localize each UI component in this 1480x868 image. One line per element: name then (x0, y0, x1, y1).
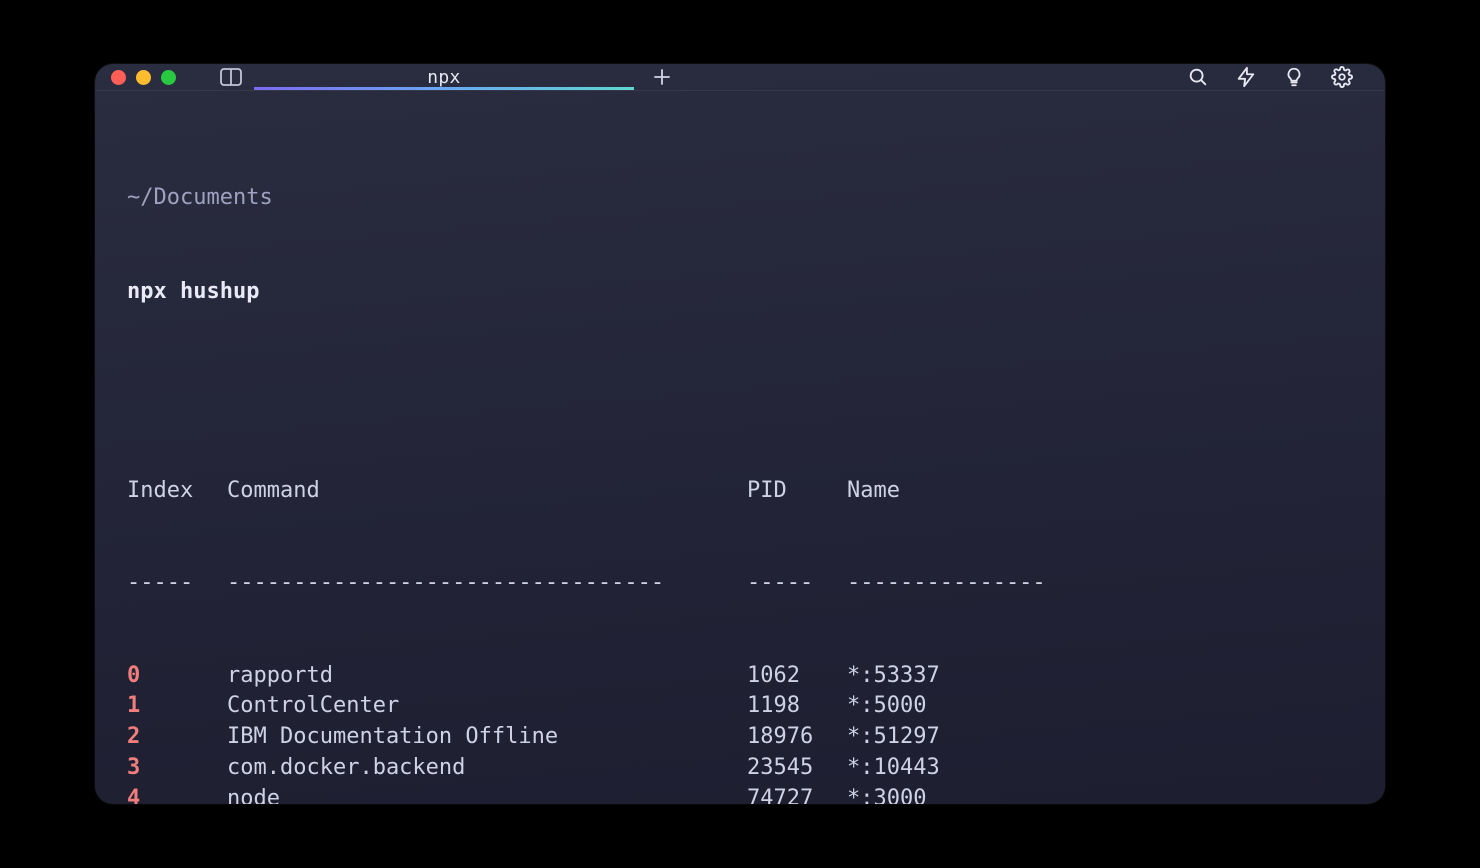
tab-label: npx (427, 67, 460, 88)
lightbulb-icon[interactable] (1281, 64, 1307, 90)
cell-name: *:3000 (847, 784, 1353, 804)
cell-name: *:53337 (847, 661, 1353, 692)
cell-index: 3 (127, 753, 227, 784)
cell-pid: 23545 (747, 753, 847, 784)
cell-pid: 18976 (747, 722, 847, 753)
cwd-line: ~/Documents (127, 183, 1353, 214)
table-row: 2IBM Documentation Offline18976*:51297 (127, 722, 1353, 753)
cell-pid: 1062 (747, 661, 847, 692)
cell-command: rapportd (227, 661, 747, 692)
close-button[interactable] (111, 70, 126, 85)
titlebar: npx (95, 64, 1385, 91)
command-line: npx hushup (127, 277, 1353, 308)
process-table: Index Command PID Name ----- -----------… (127, 414, 1353, 804)
cell-name: *:10443 (847, 753, 1353, 784)
cell-index: 0 (127, 661, 227, 692)
tab-npx[interactable]: npx (254, 64, 634, 90)
header-pid: PID (747, 476, 847, 507)
table-separator: ----- --------------------------------- … (127, 568, 1353, 599)
titlebar-actions (1185, 64, 1369, 90)
table-row: 1ControlCenter1198*:5000 (127, 691, 1353, 722)
split-pane-icon[interactable] (218, 64, 244, 90)
window-controls (111, 70, 176, 85)
gear-icon[interactable] (1329, 64, 1355, 90)
header-name: Name (847, 476, 1353, 507)
search-icon[interactable] (1185, 64, 1211, 90)
terminal-body[interactable]: ~/Documents npx hushup Index Command PID… (95, 91, 1385, 804)
cell-pid: 74727 (747, 784, 847, 804)
terminal-window: npx (95, 64, 1385, 804)
sep-command: --------------------------------- (227, 568, 747, 599)
minimize-button[interactable] (136, 70, 151, 85)
sep-pid: ----- (747, 568, 847, 599)
table-header: Index Command PID Name (127, 476, 1353, 507)
table-row: 0rapportd1062*:53337 (127, 661, 1353, 692)
bolt-icon[interactable] (1233, 64, 1259, 90)
cell-name: *:51297 (847, 722, 1353, 753)
header-command: Command (227, 476, 747, 507)
cell-index: 1 (127, 691, 227, 722)
tab-strip: npx (254, 64, 690, 90)
cell-pid: 1198 (747, 691, 847, 722)
new-tab-button[interactable] (634, 64, 690, 90)
table-row: 4node74727*:3000 (127, 784, 1353, 804)
table-row: 3com.docker.backend23545*:10443 (127, 753, 1353, 784)
sep-name: --------------- (847, 568, 1353, 599)
cell-command: node (227, 784, 747, 804)
active-tab-indicator (254, 87, 634, 90)
cell-index: 4 (127, 784, 227, 804)
sep-index: ----- (127, 568, 227, 599)
cell-index: 2 (127, 722, 227, 753)
maximize-button[interactable] (161, 70, 176, 85)
cell-name: *:5000 (847, 691, 1353, 722)
cell-command: ControlCenter (227, 691, 747, 722)
header-index: Index (127, 476, 227, 507)
cell-command: IBM Documentation Offline (227, 722, 747, 753)
cell-command: com.docker.backend (227, 753, 747, 784)
